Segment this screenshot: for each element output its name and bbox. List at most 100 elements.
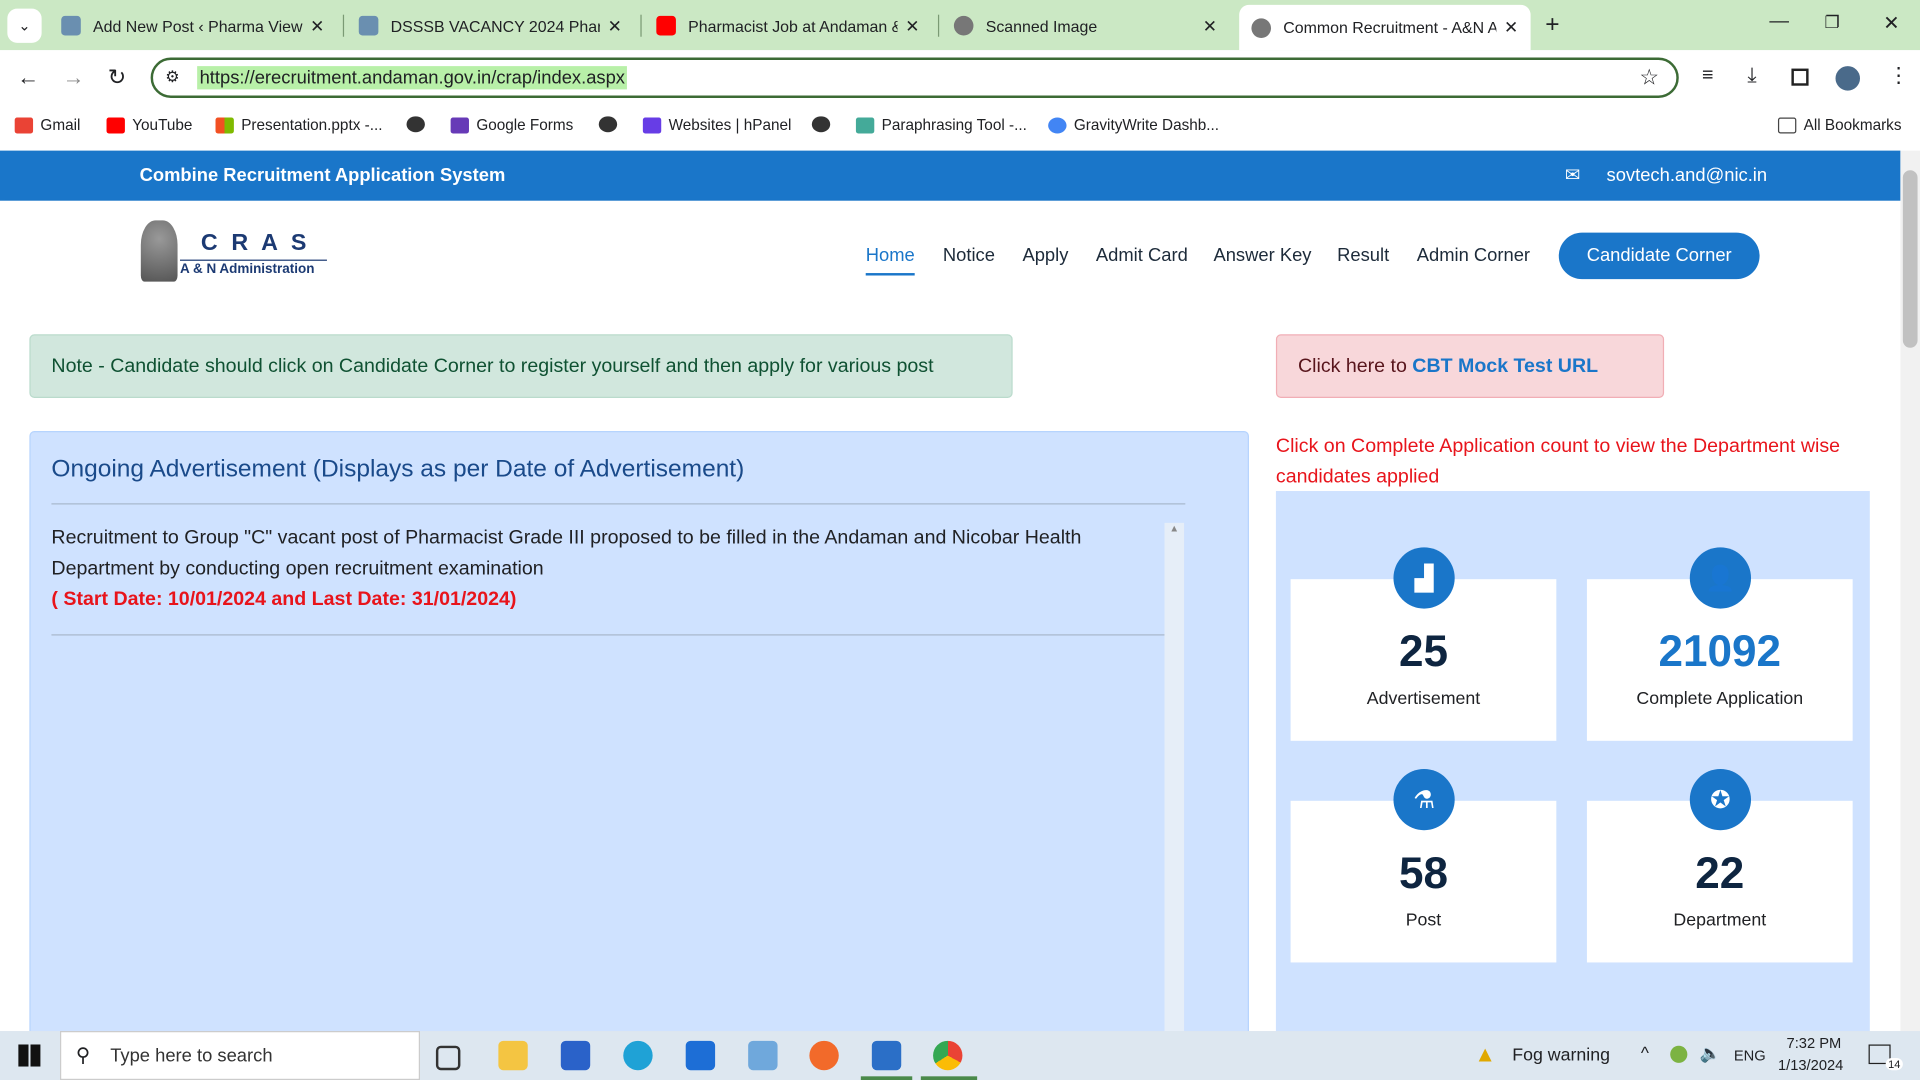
site-header: C R A S A & N Administration Home Notice… [0, 200, 1901, 312]
tab-search-button[interactable]: ⌄ [7, 8, 42, 43]
avatar[interactable] [1835, 66, 1861, 91]
clock-time[interactable]: 7:32 PM [1787, 1035, 1842, 1052]
close-icon[interactable]: ✕ [608, 15, 622, 36]
favicon [358, 15, 379, 36]
download-icon[interactable]: ⤓ [1747, 64, 1756, 88]
nav-notice[interactable]: Notice [943, 245, 995, 266]
side-panel-icon[interactable] [1791, 68, 1809, 86]
tab-strip: ⌄ Add New Post ‹ Pharma View — ✕ DSSSB VA… [0, 0, 1920, 51]
close-icon[interactable]: ✕ [1203, 15, 1217, 36]
network-icon[interactable] [1670, 1045, 1688, 1063]
nav-admit-card[interactable]: Admit Card [1096, 245, 1188, 266]
close-icon[interactable]: ✕ [905, 15, 919, 36]
ongoing-advertisement-panel: Ongoing Advertisement (Displays as per D… [29, 431, 1249, 1050]
scrollbar[interactable]: ▲ [1164, 522, 1185, 1050]
edge-icon[interactable] [623, 1040, 653, 1071]
app-icon[interactable] [871, 1040, 902, 1071]
stats-panel: 25 Advertisement ▟ 21092 Complete Applicat… [1275, 491, 1870, 1055]
chrome-icon[interactable] [933, 1040, 963, 1071]
bookmark-youtube[interactable]: YouTube [106, 116, 192, 133]
page-scrollbar[interactable] [1900, 150, 1920, 1032]
gravitywrite-icon [1048, 116, 1067, 133]
globe-icon [598, 116, 618, 133]
browser-tab[interactable]: DSSSB VACANCY 2024 Pharmac✕ [347, 7, 635, 44]
address-bar[interactable]: ⚙ https://erecruitment.andaman.gov.in/cr… [150, 57, 1679, 98]
bookmark-globe[interactable] [598, 116, 618, 133]
advertisement-dates: ( Start Date: 10/01/2024 and Last Date: … [51, 588, 517, 610]
folder-icon [1777, 116, 1797, 133]
file-explorer-icon[interactable] [498, 1040, 528, 1071]
browser-tab[interactable]: Add New Post ‹ Pharma View — ✕ [49, 7, 337, 44]
language-indicator[interactable]: ENG [1734, 1047, 1766, 1064]
close-icon[interactable]: ✕ [310, 15, 324, 36]
flask-icon: ⚗ [1393, 768, 1455, 831]
new-tab-button[interactable]: + [1545, 11, 1559, 39]
paraphrasing-icon [855, 116, 875, 133]
bookmark-google-forms[interactable]: Google Forms [450, 116, 573, 133]
logo-subtext: A & N Administration [180, 259, 327, 277]
globe-icon [406, 116, 425, 133]
site-info-icon[interactable]: ⚙ [165, 67, 179, 87]
volume-icon[interactable]: 🔈 [1700, 1043, 1721, 1064]
chart-area-icon: ▟ [1393, 547, 1455, 609]
app-icon[interactable] [748, 1040, 778, 1071]
contact-email[interactable]: sovtech.and@nic.in [1607, 165, 1768, 186]
bookmark-paraphrasing[interactable]: Paraphrasing Tool -... [855, 116, 1027, 133]
divider [937, 14, 940, 37]
google-forms-icon [450, 116, 469, 133]
media-icon[interactable]: ≡ [1702, 65, 1713, 87]
store-icon[interactable] [560, 1040, 591, 1071]
windows-start-icon[interactable] [18, 1044, 41, 1067]
star-icon[interactable]: ☆ [1639, 65, 1659, 91]
youtube-icon [106, 116, 125, 133]
cbt-mock-test-link[interactable]: CBT Mock Test URL [1412, 356, 1598, 377]
menu-icon[interactable]: ⋮ [1888, 64, 1909, 88]
mail-icon[interactable] [685, 1040, 716, 1071]
bookmark-gravitywrite[interactable]: GravityWrite Dashb... [1048, 116, 1219, 133]
url-text[interactable]: https://erecruitment.andaman.gov.in/crap… [197, 66, 628, 90]
microsoft-icon [215, 116, 234, 133]
firefox-icon[interactable] [809, 1040, 839, 1071]
nav-result[interactable]: Result [1337, 245, 1389, 266]
mock-test-alert: Click here to CBT Mock Test URL [1275, 334, 1665, 398]
divider [342, 14, 345, 37]
advertisement-list[interactable]: Recruitment to Group "C" vacant post of … [51, 523, 1166, 636]
globe-icon [1251, 17, 1272, 38]
bookmark-globe[interactable] [811, 116, 831, 133]
notification-count: 14 [1885, 1057, 1903, 1071]
nav-answer-key[interactable]: Answer Key [1213, 245, 1311, 266]
nav-admin-corner[interactable]: Admin Corner [1417, 245, 1530, 266]
bookmark-hpanel[interactable]: Websites | hPanel [642, 116, 791, 133]
tray-chevron-icon[interactable]: ^ [1641, 1043, 1649, 1063]
reload-button[interactable]: ↻ [108, 65, 126, 91]
forward-button[interactable]: → [62, 65, 84, 91]
browser-tab[interactable]: Scanned Image ✕ [942, 7, 1230, 44]
count-note: Click on Complete Application count to v… [1275, 435, 1841, 488]
active-app-indicator [860, 1076, 913, 1080]
weather-text[interactable]: Fog warning [1512, 1046, 1610, 1066]
close-window-button[interactable]: ✕ [1883, 11, 1899, 35]
bookmark-gmail[interactable]: Gmail [14, 116, 81, 133]
minimize-button[interactable]: — [1769, 11, 1789, 33]
clock-date[interactable]: 1/13/2024 [1778, 1057, 1843, 1074]
browser-tab[interactable]: Pharmacist Job at Andaman & N ✕ [644, 7, 932, 44]
globe-icon [953, 15, 974, 36]
browser-tab-active[interactable]: Common Recruitment - A&N A ✕ [1239, 4, 1531, 51]
candidate-corner-button[interactable]: Candidate Corner [1558, 232, 1760, 280]
award-icon: ✪ [1689, 768, 1752, 831]
nav-home[interactable]: Home [865, 245, 915, 276]
task-view-icon[interactable] [435, 1045, 461, 1071]
back-button[interactable]: ← [17, 65, 39, 91]
bookmark-globe[interactable] [406, 116, 425, 133]
advertisement-text[interactable]: Recruitment to Group "C" vacant post of … [51, 523, 1165, 584]
active-app-indicator [920, 1076, 978, 1080]
restore-button[interactable]: ❐ [1824, 12, 1839, 33]
taskbar-search[interactable]: ⚲ Type here to search [60, 1031, 421, 1080]
hpanel-icon [642, 116, 662, 133]
bookmark-presentation[interactable]: Presentation.pptx -... [215, 116, 382, 133]
divider [51, 503, 1186, 505]
all-bookmarks[interactable]: All Bookmarks [1777, 116, 1901, 133]
nav-apply[interactable]: Apply [1022, 245, 1068, 266]
close-icon[interactable]: ✕ [1504, 17, 1518, 38]
gmail-icon [14, 116, 34, 133]
